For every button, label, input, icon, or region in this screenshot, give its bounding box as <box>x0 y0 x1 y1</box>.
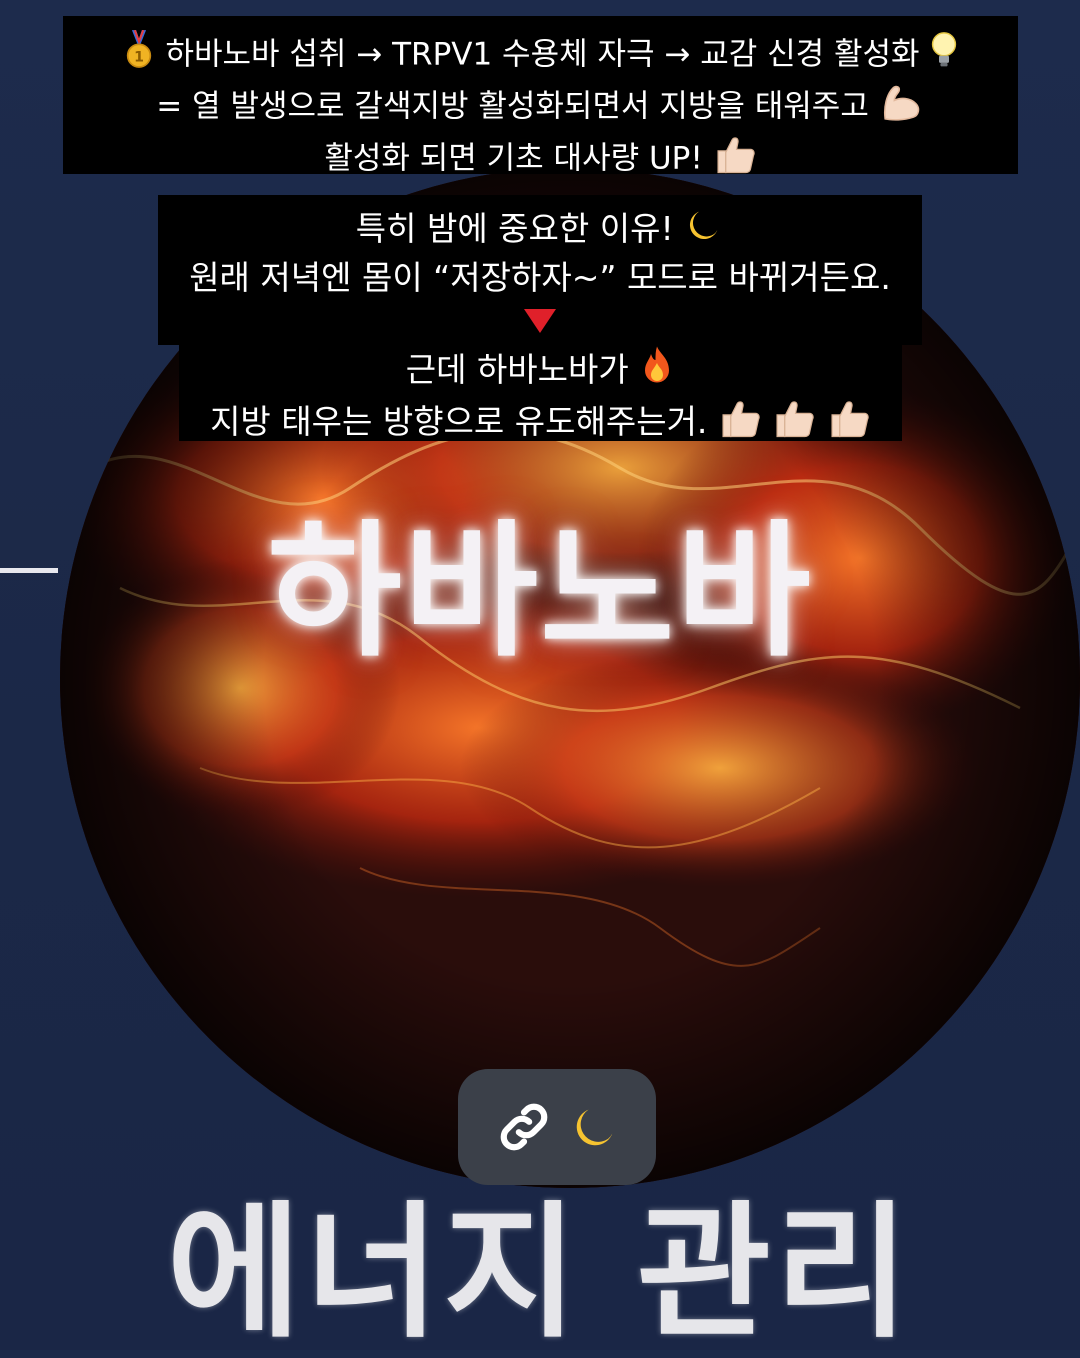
thumbs-up-icon <box>772 398 816 449</box>
caption-text: = 열 발생으로 갈색지방 활성화되면서 지방을 태워주고 <box>156 88 869 125</box>
caption-line: 원래 저녁엔 몸이 “저장하자~” 모드로 바뀌거든요. <box>158 256 922 300</box>
bottom-title: 에너지 관리 <box>166 1188 914 1358</box>
caption-line: 활성화 되면 기초 대사량 UP! <box>63 134 1018 186</box>
fire-icon <box>639 345 675 398</box>
thumbs-up-icon <box>713 134 757 186</box>
caption-box-2: 특히 밤에 중요한 이유! 원래 저녁엔 몸이 “저장하자~” 모드로 바뀌거든… <box>158 195 922 345</box>
caption-line: = 열 발생으로 갈색지방 활성화되면서 지방을 태워주고 <box>63 82 1018 134</box>
caption-line: 근데 하바노바가 <box>179 345 902 398</box>
glow-title: 하바노바 <box>267 507 813 677</box>
caption-box-1: 1 하바노바 섭취 → TRPV1 수용체 자극 → 교감 신경 활성화 = 열… <box>63 16 1018 177</box>
caption-text: 활성화 되면 기초 대사량 UP! <box>324 140 703 177</box>
caption-line: 1 하바노바 섭취 → TRPV1 수용체 자극 → 교감 신경 활성화 <box>63 29 1018 82</box>
flexed-arm-icon <box>879 82 925 134</box>
medal-icon: 1 <box>122 29 156 82</box>
crescent-moon-icon <box>569 1101 621 1153</box>
caption-text: 지방 태우는 방향으로 유도해주는거. <box>210 402 708 441</box>
caption-line: 지방 태우는 방향으로 유도해주는거. <box>179 398 902 449</box>
caption-text: 하바노바 섭취 → TRPV1 수용체 자극 → 교감 신경 활성화 <box>165 36 920 73</box>
red-down-triangle-icon <box>524 309 556 333</box>
svg-text:1: 1 <box>134 49 144 65</box>
caption-line <box>158 300 922 344</box>
thumbs-up-icon <box>827 398 871 449</box>
link-icon <box>493 1096 555 1158</box>
caption-text: 원래 저녁엔 몸이 “저장하자~” 모드로 바뀌거든요. <box>189 258 891 297</box>
caption-text: 특히 밤에 중요한 이유! <box>355 209 674 248</box>
caption-text: 근데 하바노바가 <box>405 350 629 389</box>
link-sticker[interactable] <box>458 1069 656 1185</box>
thumbs-up-icon <box>718 398 762 449</box>
caption-box-3: 근데 하바노바가 지방 태우는 방향으로 유도해주는거. <box>179 345 902 441</box>
lightbulb-icon <box>929 30 959 82</box>
crescent-moon-icon <box>684 205 724 256</box>
caption-line: 특히 밤에 중요한 이유! <box>158 205 922 256</box>
